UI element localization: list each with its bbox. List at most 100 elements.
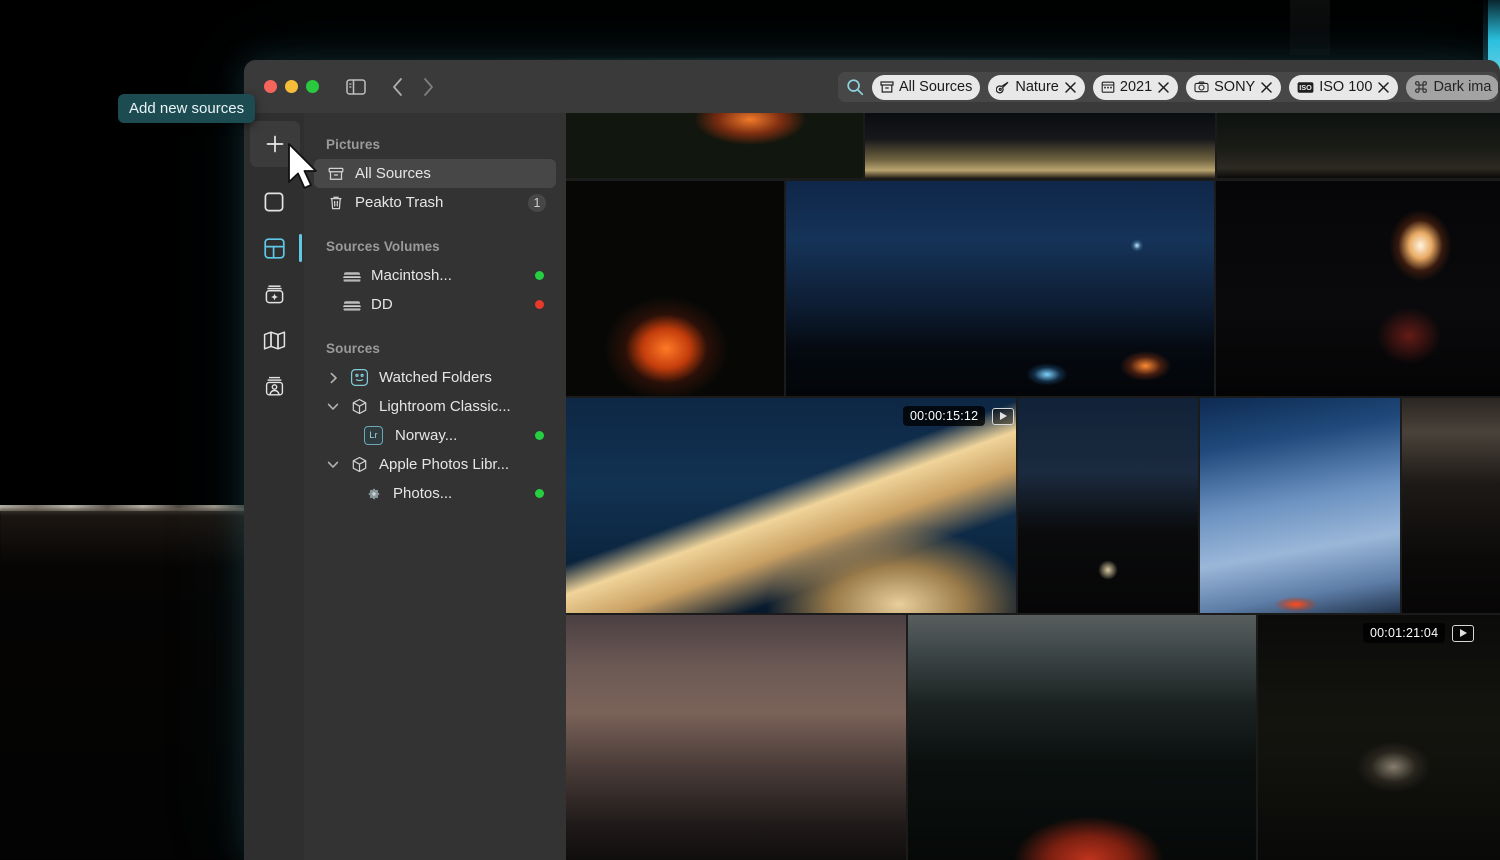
people-view-button[interactable] [244,363,304,409]
thumb-night-animal[interactable] [1258,615,1500,860]
app-window: All Sources Nature [244,60,1500,860]
svg-text:ISO: ISO [1299,83,1312,92]
iso-icon: ISO [1297,81,1314,94]
cube-icon [350,456,369,473]
forward-button[interactable] [413,73,443,101]
thumb-rope-swing[interactable] [566,615,906,860]
zoom-button[interactable] [306,80,319,93]
drive-icon [342,269,361,283]
close-button[interactable] [264,80,277,93]
sidebar-item-label: All Sources [355,165,556,182]
thumb-field-night[interactable] [865,113,1215,178]
magic-collection-button[interactable] [244,271,304,317]
photo-grid: 00:00:15:12 00:01:21:04 [566,113,1500,860]
thumb-tents-aerial[interactable] [566,113,863,178]
sidebar-section-header: Sources Volumes [304,217,566,261]
sidebar-item-all-sources[interactable]: All Sources [314,159,556,188]
play-icon[interactable] [992,408,1014,425]
calendar-icon [1101,80,1115,94]
sidebar-section-header: Pictures [304,127,566,159]
search-filter-bar[interactable]: All Sources Nature [838,72,1498,102]
sidebar-item-lightroom-classic[interactable]: Lightroom Classic... [314,392,556,421]
video-duration: 00:01:21:04 [1363,623,1445,643]
filter-chip-label: ISO 100 [1319,79,1372,95]
filter-chip-dark-images[interactable]: Dark ima [1406,75,1498,100]
archive-box-icon [326,166,345,182]
sidebar-item-macintosh-hd[interactable]: Macintosh... [314,261,556,290]
titlebar: All Sources Nature [244,60,1500,113]
status-badge-online [535,489,544,498]
video-badge-kayak: 00:01:21:04 [1363,623,1474,643]
chevron-down-icon[interactable] [326,402,340,411]
minimize-button[interactable] [285,80,298,93]
status-badge-offline [535,300,544,309]
video-badge-fuji: 00:00:15:12 [903,406,1014,426]
filter-chip-all-sources[interactable]: All Sources [872,75,980,100]
grid-view-button[interactable] [244,225,304,271]
back-button[interactable] [383,73,413,101]
sidebar-item-photos-library[interactable]: Photos... [314,479,556,508]
tooltip-add-new-sources: Add new sources [118,94,255,123]
filter-chip-label: Dark ima [1433,79,1491,95]
search-icon [846,78,864,96]
sidebar-item-apple-photos-library[interactable]: Apple Photos Libr... [314,450,556,479]
cube-icon [350,398,369,415]
thumb-red-tipi[interactable] [566,181,784,396]
sidebar-item-label: Apple Photos Libr... [379,456,556,473]
sidebar-item-dd[interactable]: DD [314,290,556,319]
thumb-sparkler[interactable] [1216,181,1500,396]
sidebar-item-label: Peakto Trash [355,194,518,211]
close-icon[interactable] [1064,81,1077,94]
window-controls [244,80,319,93]
thumb-canyon-stars[interactable] [1018,398,1198,613]
map-view-button[interactable] [244,317,304,363]
close-icon[interactable] [1157,81,1170,94]
thumb-starry-camp[interactable] [786,181,1214,396]
sidebar-item-label: Watched Folders [379,369,556,386]
close-icon[interactable] [1377,81,1390,94]
status-badge-online [535,271,544,280]
thumb-road-dark[interactable] [1217,113,1500,178]
sidebar-section-header: Sources [304,319,566,363]
close-icon[interactable] [1260,81,1273,94]
screenshot-root: All Sources Nature [0,0,1500,860]
drive-icon [342,298,361,312]
sidebar-item-norway-catalog[interactable]: Lr Norway... [314,421,556,450]
thumb-mount-fuji[interactable] [566,398,1016,613]
trash-icon [326,195,345,211]
sidebar-item-label: DD [371,296,525,313]
chevron-right-icon[interactable] [326,372,340,384]
video-duration: 00:00:15:12 [903,406,985,426]
sidebar-item-label: Macintosh... [371,267,525,284]
filter-chip-label: All Sources [899,79,972,95]
thumb-kayak-fjord[interactable] [908,615,1256,860]
filter-chip-label: Nature [1015,79,1059,95]
sidebar-item-peakto-trash[interactable]: Peakto Trash 1 [314,188,556,217]
watched-folder-icon [350,368,369,387]
filter-chip-iso[interactable]: ISO ISO 100 [1289,75,1398,100]
mouse-cursor [287,142,321,194]
trash-count-badge: 1 [528,194,546,212]
filter-chip-camera[interactable]: SONY [1186,75,1281,100]
play-icon[interactable] [1452,625,1474,642]
filter-chip-label: SONY [1214,79,1255,95]
sidebar-toggle-icon[interactable] [341,73,371,101]
filter-chip-nature[interactable]: Nature [988,75,1085,100]
sidebar-item-label: Lightroom Classic... [379,398,556,415]
background-top-panel [1290,0,1330,55]
apple-photos-icon [364,485,383,503]
filter-chip-label: 2021 [1120,79,1152,95]
thumb-horizon-dark[interactable] [1402,398,1500,613]
chevron-down-icon[interactable] [326,460,340,469]
camera-icon [1194,80,1209,94]
status-badge-online [535,431,544,440]
keyword-tag-icon [996,80,1010,94]
filter-chip-year[interactable]: 2021 [1093,75,1178,100]
archive-box-icon [880,80,894,94]
command-icon [1414,80,1428,94]
thumb-snow-hiker[interactable] [1200,398,1400,613]
sources-sidebar: Pictures All Sources Peakto Trash [304,113,566,860]
sidebar-item-label: Photos... [393,485,525,502]
sidebar-item-watched-folders[interactable]: Watched Folders [314,363,556,392]
lightroom-badge-icon: Lr [364,426,383,445]
